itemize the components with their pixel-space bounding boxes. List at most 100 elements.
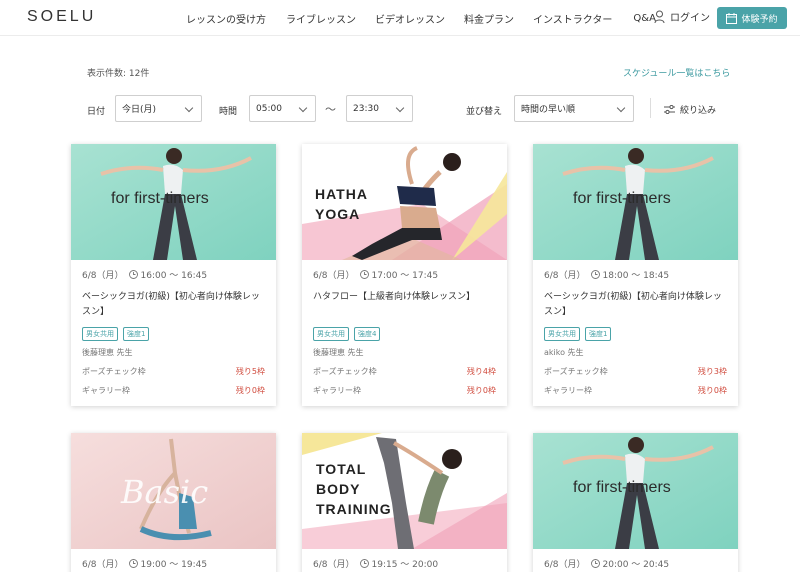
teacher-name: akiko 先生: [544, 348, 584, 357]
chevron-down-icon: [184, 103, 194, 113]
pose-check-slot: ポーズチェック枠 残り4枠: [313, 366, 496, 377]
lesson-date: 6/8（月）: [313, 560, 355, 570]
lesson-datetime: 6/8（月） 19:15 〜 20:00: [313, 557, 496, 570]
lesson-thumbnail: TOTAL BODY TRAINING: [302, 433, 507, 549]
lesson-datetime: 6/8（月） 20:00 〜 20:45: [544, 557, 727, 570]
chevron-down-icon: [298, 103, 308, 113]
chevron-down-icon: [616, 103, 626, 113]
gallery-slot: ギャラリー枠 残り0枠: [544, 385, 727, 396]
clock-icon: [128, 270, 138, 279]
divider: [650, 98, 651, 118]
lesson-datetime: 6/8（月） 16:00 〜 16:45: [82, 268, 265, 281]
thumbnail-title: for first-timers: [573, 190, 671, 207]
tag-intensity: 強度1: [585, 327, 612, 341]
lesson-time: 19:00 〜 19:45: [140, 560, 208, 570]
tag-gender: 男女共用: [313, 327, 349, 341]
clock-icon: [590, 270, 600, 279]
lesson-thumbnail: Basic: [71, 433, 276, 549]
lesson-card[interactable]: TOTAL BODY TRAINING 6/8（月） 19:15 〜 20:00: [302, 433, 507, 572]
tag-intensity: 強度4: [354, 327, 381, 341]
gallery-remaining: 残り0枠: [235, 386, 265, 395]
user-icon: [654, 10, 665, 23]
lesson-thumbnail: for first-timers: [533, 433, 738, 549]
pose-check-remaining: 残り4枠: [466, 367, 496, 376]
filter-button[interactable]: 絞り込み: [664, 103, 716, 116]
login-link[interactable]: ログイン: [654, 9, 710, 24]
clock-icon: [128, 559, 138, 568]
clock-icon: [359, 559, 369, 568]
lesson-date: 6/8（月）: [82, 560, 124, 570]
pose-check-label: ポーズチェック枠: [82, 367, 146, 376]
lesson-card[interactable]: for first-timers 6/8（月） 18:00 〜 18:45 ベー…: [533, 144, 738, 406]
nav-pricing[interactable]: 料金プラン: [464, 11, 514, 26]
lesson-thumbnail: for first-timers: [71, 144, 276, 260]
date-select[interactable]: 今日(月): [115, 95, 202, 122]
sort-select-value: 時間の早い順: [521, 105, 576, 115]
calendar-icon: [726, 12, 738, 24]
time-label: 時間: [219, 107, 238, 117]
lesson-datetime: 6/8（月） 17:00 〜 17:45: [313, 268, 496, 281]
tag-intensity: 強度1: [123, 327, 150, 341]
pose-check-slot: ポーズチェック枠 残り3枠: [544, 366, 727, 377]
lesson-time: 20:00 〜 20:45: [602, 560, 670, 570]
thumbnail-title: for first-timers: [573, 479, 671, 496]
tag-list: 男女共用 強度1: [82, 327, 265, 341]
lesson-date: 6/8（月）: [82, 271, 124, 281]
pose-check-label: ポーズチェック枠: [544, 367, 608, 376]
range-tilde: 〜: [325, 103, 336, 116]
lesson-title: ベーシックヨガ(初級)【初心者向け体験レッスン】: [544, 292, 722, 317]
site-header: SOELU レッスンの受け方 ライブレッスン ビデオレッスン 料金プラン インス…: [0, 0, 800, 36]
chevron-down-icon: [395, 103, 405, 113]
nav-video[interactable]: ビデオレッスン: [375, 11, 445, 26]
gallery-label: ギャラリー枠: [82, 386, 130, 395]
lesson-card[interactable]: HATHA YOGA 6/8（月） 17:00 〜 17:45 ハタフロー【上級…: [302, 144, 507, 406]
gallery-remaining: 残り0枠: [697, 386, 727, 395]
nav-instructors[interactable]: インストラクター: [533, 11, 612, 26]
gallery-slot: ギャラリー枠 残り0枠: [313, 385, 496, 396]
lesson-date: 6/8（月）: [313, 271, 355, 281]
logo[interactable]: SOELU: [27, 8, 96, 26]
teacher-name: 後藤理恵 先生: [313, 348, 364, 357]
lesson-datetime: 6/8（月） 19:00 〜 19:45: [82, 557, 265, 570]
nav-qa[interactable]: Q&A: [633, 13, 656, 24]
result-count: 表示件数: 12件: [87, 69, 150, 79]
time-to-select[interactable]: 23:30: [346, 95, 413, 122]
date-label: 日付: [87, 107, 106, 117]
lesson-time: 18:00 〜 18:45: [602, 271, 670, 281]
lesson-card[interactable]: for first-timers 6/8（月） 16:00 〜 16:45 ベー…: [71, 144, 276, 406]
trial-label: 体験予約: [741, 14, 778, 25]
trial-booking-button[interactable]: 体験予約: [717, 7, 787, 29]
tag-gender: 男女共用: [82, 327, 118, 341]
thumbnail-title: Basic: [121, 473, 209, 511]
time-to-value: 23:30: [353, 103, 379, 114]
clock-icon: [590, 559, 600, 568]
gallery-label: ギャラリー枠: [313, 386, 361, 395]
tag-list: 男女共用 強度1: [544, 327, 727, 341]
lesson-date: 6/8（月）: [544, 271, 586, 281]
login-label: ログイン: [670, 13, 710, 24]
pose-check-remaining: 残り5枠: [235, 367, 265, 376]
lesson-thumbnail: HATHA YOGA: [302, 144, 507, 260]
lesson-card[interactable]: for first-timers 6/8（月） 20:00 〜 20:45: [533, 433, 738, 572]
lesson-title: ベーシックヨガ(初級)【初心者向け体験レッスン】: [82, 292, 260, 317]
lesson-time: 17:00 〜 17:45: [371, 271, 439, 281]
sort-select[interactable]: 時間の早い順: [514, 95, 634, 122]
thumbnail-title: for first-timers: [111, 190, 209, 207]
pose-check-label: ポーズチェック枠: [313, 367, 377, 376]
schedule-list-link[interactable]: スケジュール一覧はこちら: [623, 66, 730, 79]
time-from-select[interactable]: 05:00: [249, 95, 316, 122]
nav-live[interactable]: ライブレッスン: [286, 11, 356, 26]
clock-icon: [359, 270, 369, 279]
teacher-name: 後藤理恵 先生: [82, 348, 133, 357]
pose-check-remaining: 残り3枠: [697, 367, 727, 376]
nav-how-to[interactable]: レッスンの受け方: [186, 11, 266, 26]
lesson-time: 19:15 〜 20:00: [371, 560, 439, 570]
date-select-value: 今日(月): [122, 105, 157, 115]
time-from-value: 05:00: [256, 103, 282, 114]
lesson-time: 16:00 〜 16:45: [140, 271, 208, 281]
lesson-card[interactable]: Basic 6/8（月） 19:00 〜 19:45: [71, 433, 276, 572]
pose-check-slot: ポーズチェック枠 残り5枠: [82, 366, 265, 377]
gallery-label: ギャラリー枠: [544, 386, 592, 395]
thumbnail-title: TOTAL BODY TRAINING: [316, 461, 392, 517]
gallery-slot: ギャラリー枠 残り0枠: [82, 385, 265, 396]
